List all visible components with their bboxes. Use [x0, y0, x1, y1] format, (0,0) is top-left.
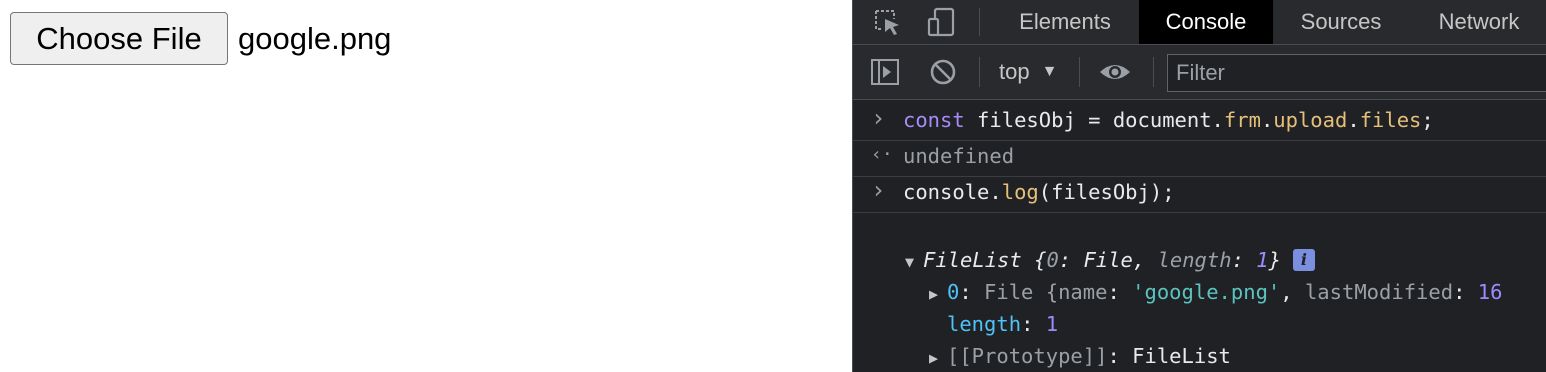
- property-content: ▶ 0: File {name: 'google.png', lastModifi…: [929, 280, 1502, 304]
- code-token: const: [903, 108, 965, 132]
- selected-file-name: google.png: [238, 21, 392, 56]
- expand-triangle-closed-icon[interactable]: ▶: [929, 349, 947, 367]
- tab-console[interactable]: Console: [1139, 0, 1273, 44]
- console-input-line: › console.log(filesObj);: [853, 176, 1546, 213]
- code-token: upload: [1273, 108, 1348, 132]
- code-token: .: [1347, 108, 1360, 132]
- code-token: filesObj = document.: [964, 108, 1224, 132]
- code-token: log: [1001, 180, 1039, 204]
- console-result-value: undefined: [903, 144, 1014, 168]
- code-token: [[Prototype]]: [947, 344, 1108, 368]
- code-token: :: [1107, 280, 1133, 304]
- code-token: (filesObj);: [1038, 180, 1175, 204]
- filelist-property-row[interactable]: ▶ [[Prototype]]: FileList: [853, 344, 1546, 372]
- tab-network[interactable]: Network: [1413, 0, 1545, 44]
- code-token: : File,: [1058, 248, 1158, 272]
- code-token: :: [1107, 344, 1133, 368]
- web-page: Choose File google.png: [0, 0, 852, 372]
- caret-down-icon: ▼: [1041, 63, 1058, 80]
- code-token: lastModified: [1304, 280, 1454, 304]
- property-content: ▶ [[Prototype]]: FileList: [929, 344, 1231, 368]
- code-token: :: [1453, 280, 1478, 304]
- live-expression-eye-icon[interactable]: [1097, 54, 1133, 90]
- toolbar-divider: [979, 8, 980, 36]
- devtools-panel: Elements Console Sources Network top ▼ F…: [852, 0, 1546, 372]
- code-token: ,: [1280, 280, 1305, 304]
- toolbar-divider: [979, 57, 980, 87]
- show-sidebar-icon[interactable]: [867, 54, 903, 90]
- property-content: length: 1: [929, 312, 1058, 336]
- console-output: › const filesObj = document.frm.upload.fi…: [853, 100, 1546, 372]
- console-input-code: const filesObj = document.frm.upload.fil…: [903, 108, 1434, 132]
- input-prompt-icon: ›: [871, 104, 886, 132]
- toolbar-divider: [1153, 57, 1154, 87]
- expand-triangle-open-icon[interactable]: ▼: [905, 253, 923, 271]
- choose-file-button[interactable]: Choose File: [10, 12, 228, 65]
- input-prompt-icon: ›: [871, 176, 886, 204]
- code-token: console.: [903, 180, 1002, 204]
- device-toolbar-icon[interactable]: [923, 4, 959, 40]
- code-token: 1: [1256, 248, 1269, 272]
- console-input-code: console.log(filesObj);: [903, 180, 1175, 204]
- code-token: }: [1268, 248, 1281, 272]
- code-token: 1: [1045, 312, 1059, 336]
- clear-console-icon[interactable]: [925, 54, 961, 90]
- toolbar-divider: [1079, 57, 1080, 87]
- code-token: 16: [1477, 280, 1503, 304]
- code-token: name: [1058, 280, 1108, 304]
- code-token: :: [1231, 248, 1257, 272]
- filelist-object-header[interactable]: ▼ FileList {0: File, length: 1} i: [853, 248, 1546, 278]
- inspect-element-icon[interactable]: [869, 4, 905, 40]
- context-selector-label: top: [999, 59, 1030, 84]
- code-token: ;: [1421, 108, 1434, 132]
- result-text: undefined: [903, 144, 1015, 168]
- code-token: length: [947, 312, 1022, 336]
- code-token: length: [1157, 248, 1232, 272]
- filelist-property-row[interactable]: ▶ 0: File {name: 'google.png', lastModifi…: [853, 280, 1546, 310]
- code-token: .: [1260, 108, 1274, 132]
- context-selector[interactable]: top ▼: [999, 56, 1057, 88]
- code-token: frm: [1223, 108, 1261, 132]
- console-input-line: › const filesObj = document.frm.upload.fi…: [853, 104, 1546, 141]
- devtools-tab-bar: Elements Console Sources Network: [853, 0, 1546, 45]
- info-icon[interactable]: i: [1292, 249, 1315, 271]
- code-token: {: [1021, 248, 1047, 272]
- filelist-name: FileList: [923, 248, 1022, 272]
- expand-triangle-closed-icon[interactable]: ▶: [929, 285, 947, 303]
- code-token: 'google.png': [1132, 280, 1281, 304]
- console-toolbar: top ▼: [853, 45, 1546, 100]
- code-token: File {: [984, 280, 1059, 304]
- code-token: :: [1021, 312, 1046, 336]
- console-filter-input[interactable]: [1167, 54, 1546, 92]
- filelist-object-summary: ▼ FileList {0: File, length: 1} i: [905, 248, 1315, 272]
- filelist-property-row: length: 1: [853, 312, 1546, 342]
- code-token: FileList: [1132, 344, 1231, 368]
- result-arrow-icon: ‹·: [871, 144, 893, 165]
- console-result-line: ‹· undefined: [853, 140, 1546, 177]
- code-token: :: [959, 280, 985, 304]
- code-token: 0: [1046, 248, 1059, 272]
- tab-elements[interactable]: Elements: [997, 0, 1133, 44]
- code-token: files: [1359, 108, 1422, 132]
- code-token: 0: [947, 280, 960, 304]
- tab-sources[interactable]: Sources: [1279, 0, 1403, 44]
